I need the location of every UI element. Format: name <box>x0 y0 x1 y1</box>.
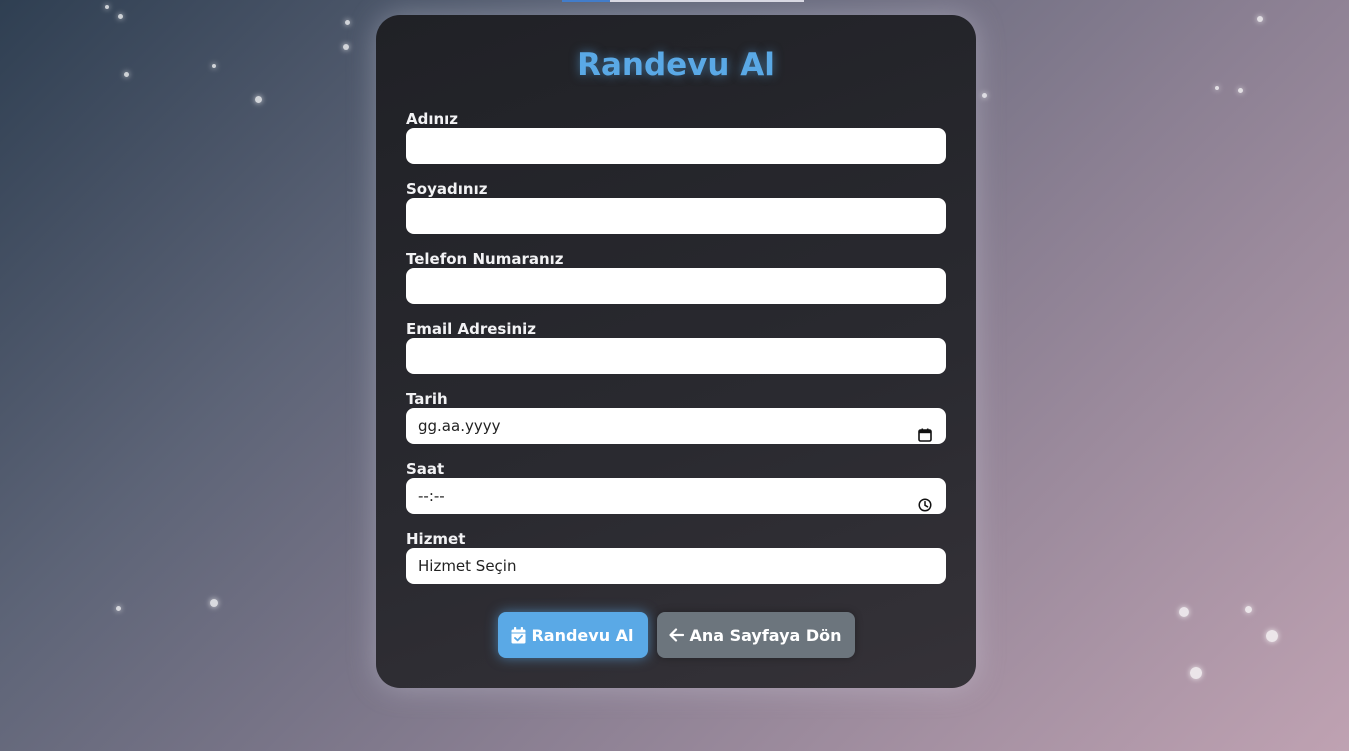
star <box>1266 630 1278 642</box>
star <box>1245 606 1252 613</box>
date-input[interactable]: gg.aa.yyyy <box>406 408 946 444</box>
phone-label: Telefon Numaranız <box>406 250 564 268</box>
star <box>105 5 109 9</box>
date-input-value: gg.aa.yyyy <box>418 417 501 435</box>
star <box>210 599 218 607</box>
star <box>982 93 987 98</box>
service-select[interactable]: Hizmet Seçin <box>406 548 946 584</box>
back-home-button[interactable]: Ana Sayfaya Dön <box>656 612 855 658</box>
last-name-input[interactable] <box>406 198 946 234</box>
star <box>212 64 216 68</box>
submit-appointment-button[interactable]: Randevu Al <box>497 612 648 658</box>
service-label: Hizmet <box>406 530 466 548</box>
time-field-group: Saat --:-- <box>406 460 946 514</box>
time-input[interactable]: --:-- <box>406 478 946 514</box>
last-name-label: Soyadınız <box>406 180 488 198</box>
date-label: Tarih <box>406 390 448 408</box>
star <box>118 14 123 19</box>
back-home-label: Ana Sayfaya Dön <box>689 625 842 645</box>
form-title: Randevu Al <box>577 47 775 83</box>
phone-field-group: Telefon Numaranız <box>406 250 946 304</box>
star <box>1215 86 1219 90</box>
top-strip <box>562 0 804 2</box>
clock-icon[interactable] <box>918 489 932 512</box>
email-field-group: Email Adresiniz <box>406 320 946 374</box>
submit-appointment-label: Randevu Al <box>531 625 634 645</box>
appointment-form-card: Randevu Al Adınız Soyadınız Telefon Numa… <box>376 15 976 688</box>
date-field-group: Tarih gg.aa.yyyy <box>406 390 946 444</box>
star <box>1179 607 1189 617</box>
calendar-check-icon <box>511 626 526 644</box>
calendar-icon[interactable] <box>918 419 932 442</box>
email-label: Email Adresiniz <box>406 320 537 338</box>
email-input[interactable] <box>406 338 946 374</box>
arrow-left-icon <box>669 628 685 642</box>
star <box>124 72 129 77</box>
last-name-field-group: Soyadınız <box>406 180 946 234</box>
phone-input[interactable] <box>406 268 946 304</box>
time-input-value: --:-- <box>418 487 445 505</box>
star <box>1238 88 1243 93</box>
top-strip-accent <box>562 0 610 2</box>
star <box>116 606 121 611</box>
time-label: Saat <box>406 460 445 478</box>
star <box>343 44 349 50</box>
star <box>255 96 262 103</box>
first-name-label: Adınız <box>406 110 459 128</box>
service-field-group: Hizmet Hizmet Seçin <box>406 530 946 584</box>
star <box>345 20 350 25</box>
first-name-field-group: Adınız <box>406 110 946 164</box>
first-name-input[interactable] <box>406 128 946 164</box>
star <box>1190 667 1202 679</box>
form-actions: Randevu Al Ana Sayfaya Dön <box>376 612 976 658</box>
star <box>1257 16 1263 22</box>
